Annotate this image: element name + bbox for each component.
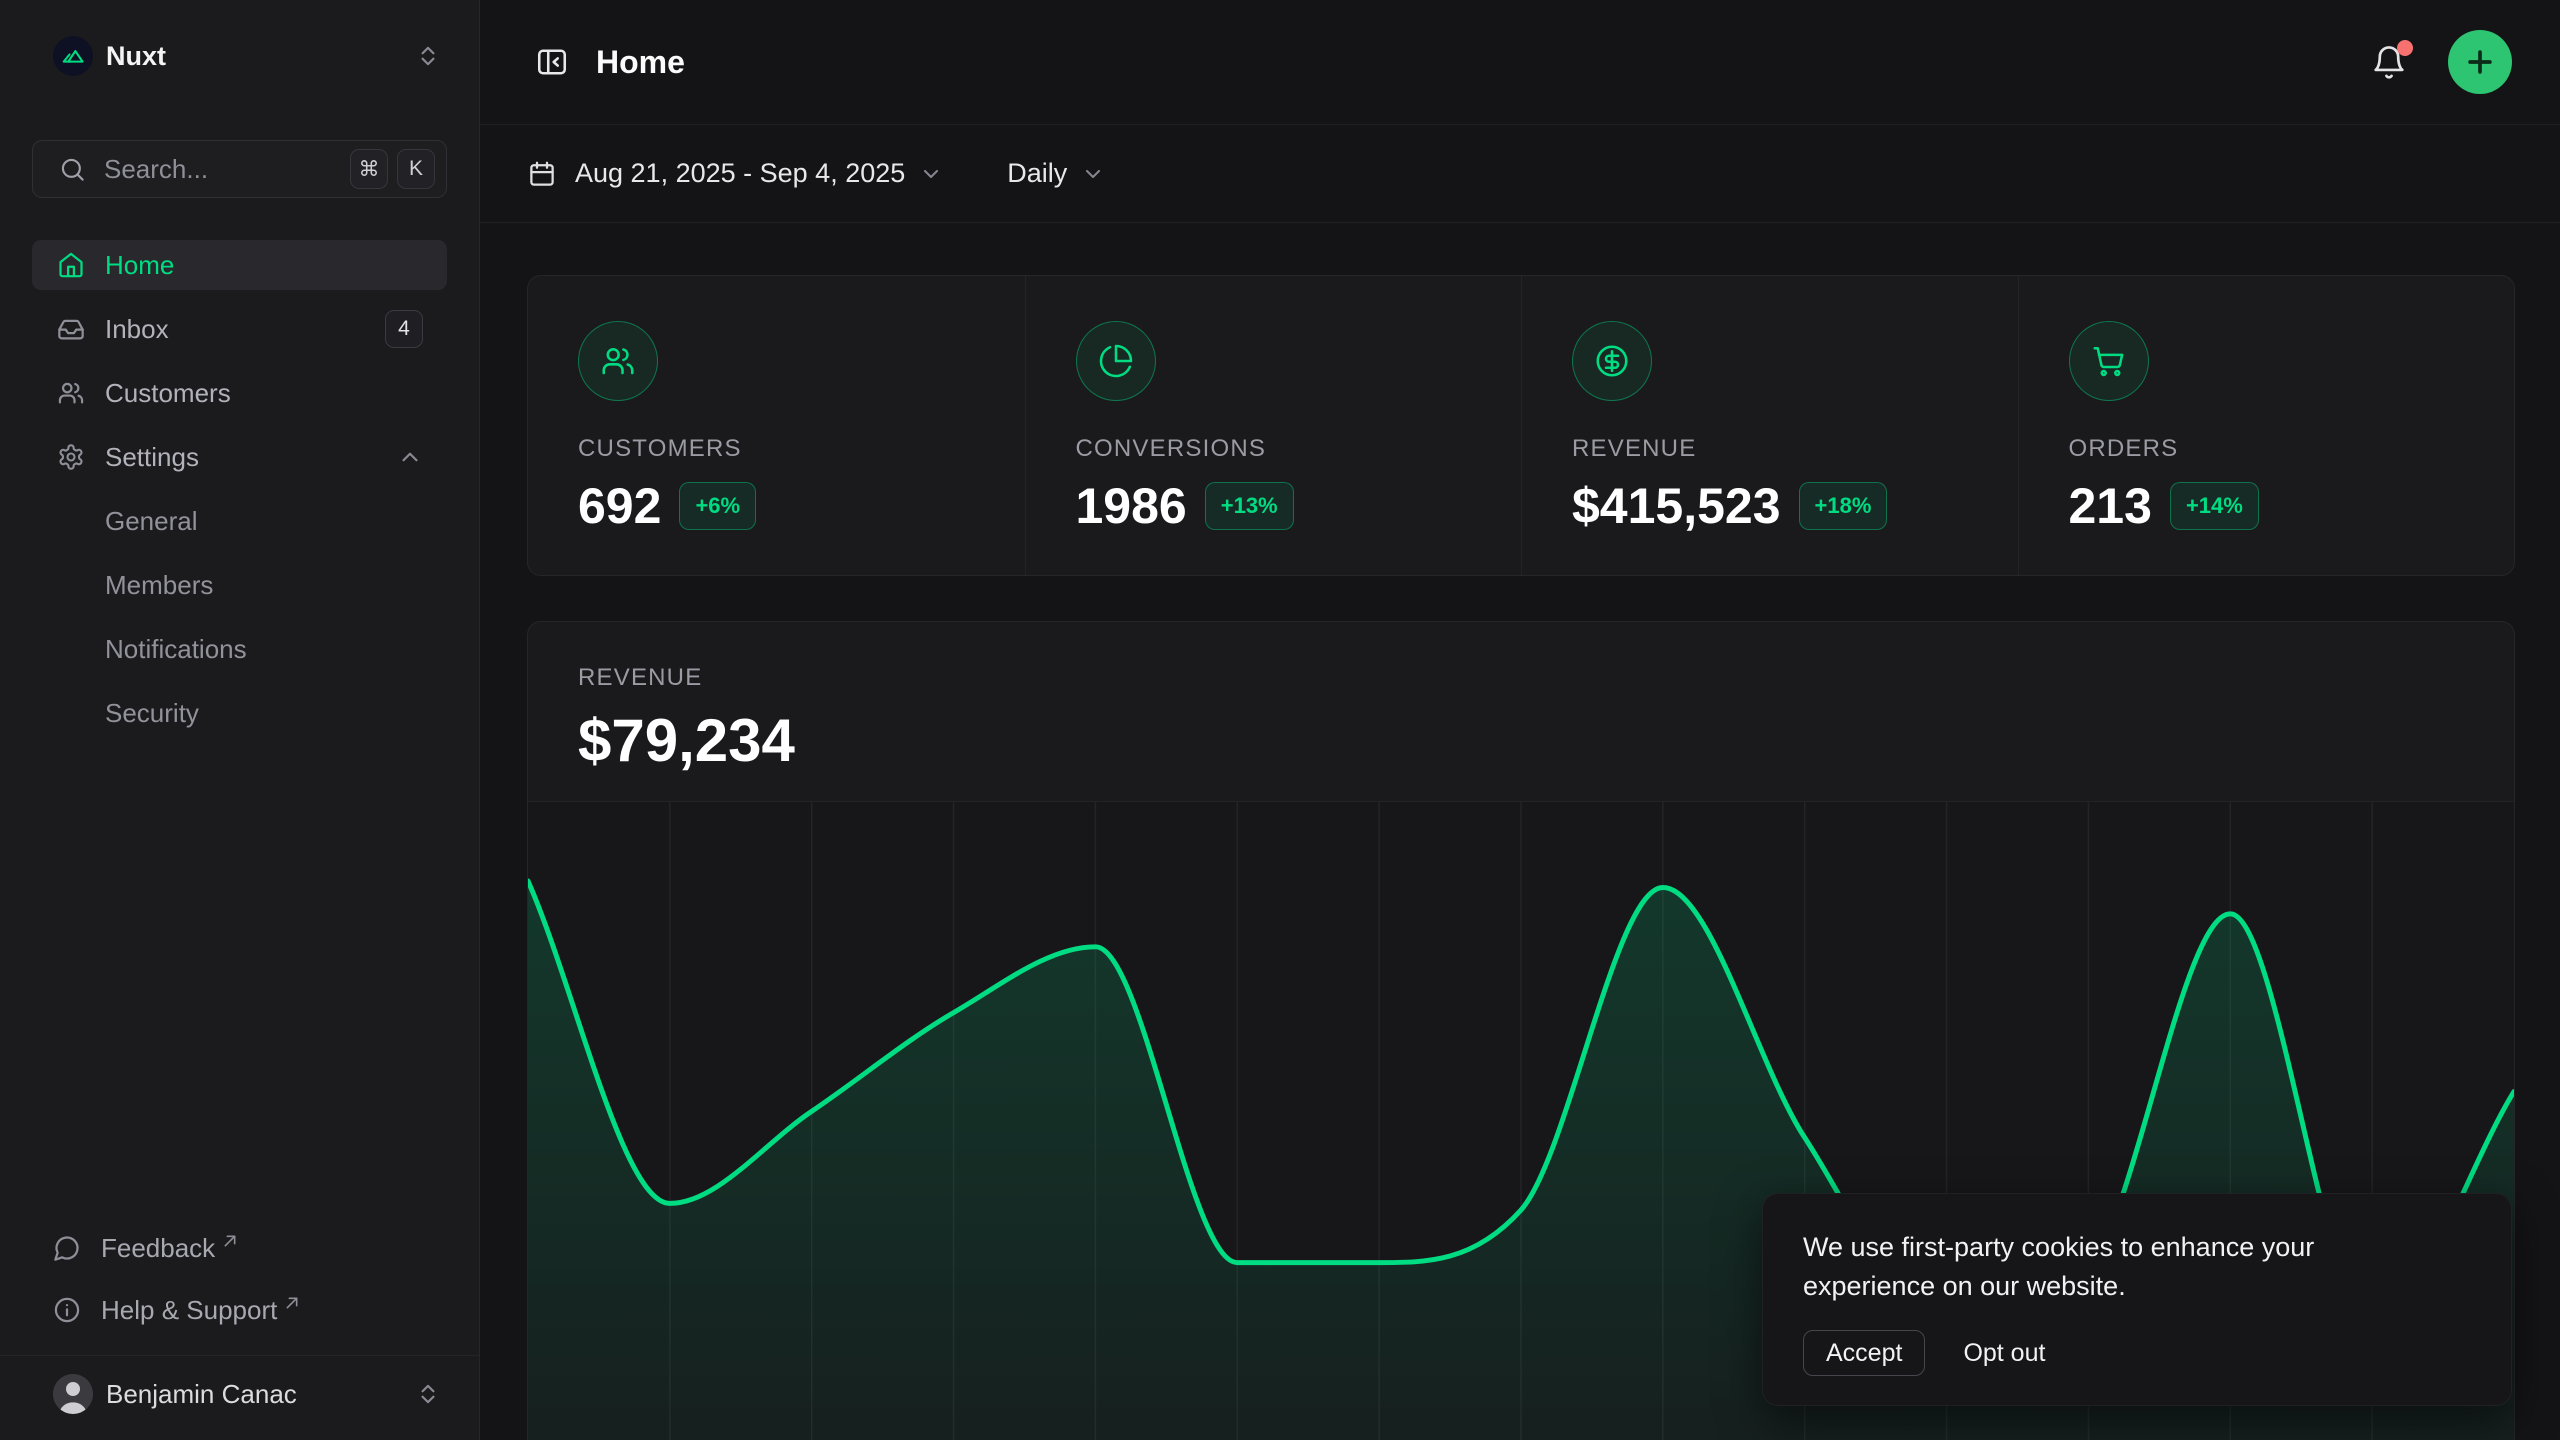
stats-card: CUSTOMERS 692 +6% CONVERSIONS 1986 +13% (527, 275, 2515, 576)
sidebar-item-inbox[interactable]: Inbox 4 (32, 304, 447, 354)
shopping-cart-icon (2069, 321, 2149, 401)
stat-delta-badge: +18% (1799, 482, 1888, 530)
collapse-sidebar-button[interactable] (534, 44, 570, 80)
dollar-circle-icon (1572, 321, 1652, 401)
stat-label: ORDERS (2069, 435, 2485, 463)
chevrons-up-down-icon (415, 43, 441, 69)
kbd-cmd: ⌘ (350, 149, 388, 189)
stat-conversions[interactable]: CONVERSIONS 1986 +13% (1025, 276, 1522, 575)
info-circle-icon (53, 1296, 81, 1324)
stat-delta-badge: +6% (679, 482, 756, 530)
pie-chart-icon (1076, 321, 1156, 401)
feedback-link[interactable]: Feedback (32, 1217, 447, 1279)
workspace-name: Nuxt (106, 41, 415, 72)
notification-dot (2397, 40, 2413, 56)
page-title: Home (596, 44, 685, 81)
sidebar-item-customers[interactable]: Customers (32, 368, 447, 418)
add-button[interactable] (2448, 30, 2512, 94)
cookie-message: We use first-party cookies to enhance yo… (1803, 1228, 2453, 1306)
sidebar-item-settings[interactable]: Settings (32, 432, 447, 482)
chevron-down-icon (1081, 162, 1105, 186)
avatar (53, 1374, 93, 1414)
date-range-label: Aug 21, 2025 - Sep 4, 2025 (575, 158, 905, 189)
sidebar-item-notifications[interactable]: Notifications (32, 624, 447, 674)
sidebar-footer: Feedback Help & Support (32, 1217, 447, 1440)
search-icon (59, 156, 86, 183)
sidebar-item-general[interactable]: General (32, 496, 447, 546)
stat-value: 213 (2069, 477, 2152, 535)
chat-bubble-icon (53, 1234, 81, 1262)
inbox-icon (57, 315, 85, 343)
sidebar-item-label: Inbox (105, 314, 169, 345)
gear-icon (57, 443, 85, 471)
stat-customers[interactable]: CUSTOMERS 692 +6% (528, 276, 1025, 575)
kbd-k: K (397, 149, 435, 189)
help-support-link[interactable]: Help & Support (32, 1279, 447, 1341)
granularity-select[interactable]: Daily (1007, 158, 1105, 189)
inbox-count-badge: 4 (385, 310, 423, 348)
nuxt-logo (53, 36, 93, 76)
cookie-banner: We use first-party cookies to enhance yo… (1762, 1193, 2512, 1406)
toolbar: Aug 21, 2025 - Sep 4, 2025 Daily (480, 125, 2560, 223)
calendar-icon (527, 159, 557, 189)
workspace-selector[interactable]: Nuxt (32, 32, 447, 80)
search-box[interactable]: ⌘ K (32, 140, 447, 198)
external-link-icon (222, 1233, 238, 1249)
home-icon (57, 251, 85, 279)
sidebar-item-label: Customers (105, 378, 231, 409)
sidebar: Nuxt ⌘ K Home (0, 0, 480, 1440)
notifications-button[interactable] (2370, 43, 2408, 81)
stat-value: $415,523 (1572, 477, 1781, 535)
panel-left-close-icon (534, 44, 570, 80)
chevron-down-icon (919, 162, 943, 186)
users-icon (57, 379, 85, 407)
sidebar-item-home[interactable]: Home (32, 240, 447, 290)
user-menu[interactable]: Benjamin Canac (32, 1356, 447, 1432)
feedback-label: Feedback (101, 1233, 215, 1264)
cookie-actions: Accept Opt out (1803, 1330, 2471, 1376)
date-range-picker[interactable]: Aug 21, 2025 - Sep 4, 2025 (527, 158, 943, 189)
header-actions (2370, 30, 2512, 94)
stat-delta-badge: +13% (1205, 482, 1294, 530)
sidebar-item-label: Settings (105, 442, 199, 473)
revenue-label: REVENUE (578, 664, 2464, 692)
sidebar-item-label: Home (105, 250, 174, 281)
stat-value: 692 (578, 477, 661, 535)
stat-revenue[interactable]: REVENUE $415,523 +18% (1521, 276, 2018, 575)
help-support-label: Help & Support (101, 1295, 277, 1326)
opt-out-button[interactable]: Opt out (1963, 1339, 2045, 1368)
stat-label: REVENUE (1572, 435, 1988, 463)
search-input[interactable] (102, 153, 341, 186)
workspace-switch-button[interactable] (415, 43, 441, 69)
sidebar-item-members[interactable]: Members (32, 560, 447, 610)
granularity-label: Daily (1007, 158, 1067, 189)
stat-orders[interactable]: ORDERS 213 +14% (2018, 276, 2515, 575)
accept-button[interactable]: Accept (1803, 1330, 1925, 1376)
sidebar-nav: Home Inbox 4 Customers (32, 240, 447, 738)
plus-icon (2463, 45, 2497, 79)
revenue-card-header: REVENUE $79,234 (528, 622, 2514, 775)
external-link-icon (284, 1295, 300, 1311)
revenue-value: $79,234 (578, 706, 2464, 775)
stat-value: 1986 (1076, 477, 1187, 535)
stat-label: CUSTOMERS (578, 435, 995, 463)
stat-delta-badge: +14% (2170, 482, 2259, 530)
stat-label: CONVERSIONS (1076, 435, 1492, 463)
main-header: Home (480, 0, 2560, 125)
sidebar-item-security[interactable]: Security (32, 688, 447, 738)
chevron-up-icon (397, 444, 423, 470)
users-circle-icon (578, 321, 658, 401)
user-name: Benjamin Canac (106, 1379, 415, 1410)
chevrons-up-down-icon (415, 1381, 441, 1407)
